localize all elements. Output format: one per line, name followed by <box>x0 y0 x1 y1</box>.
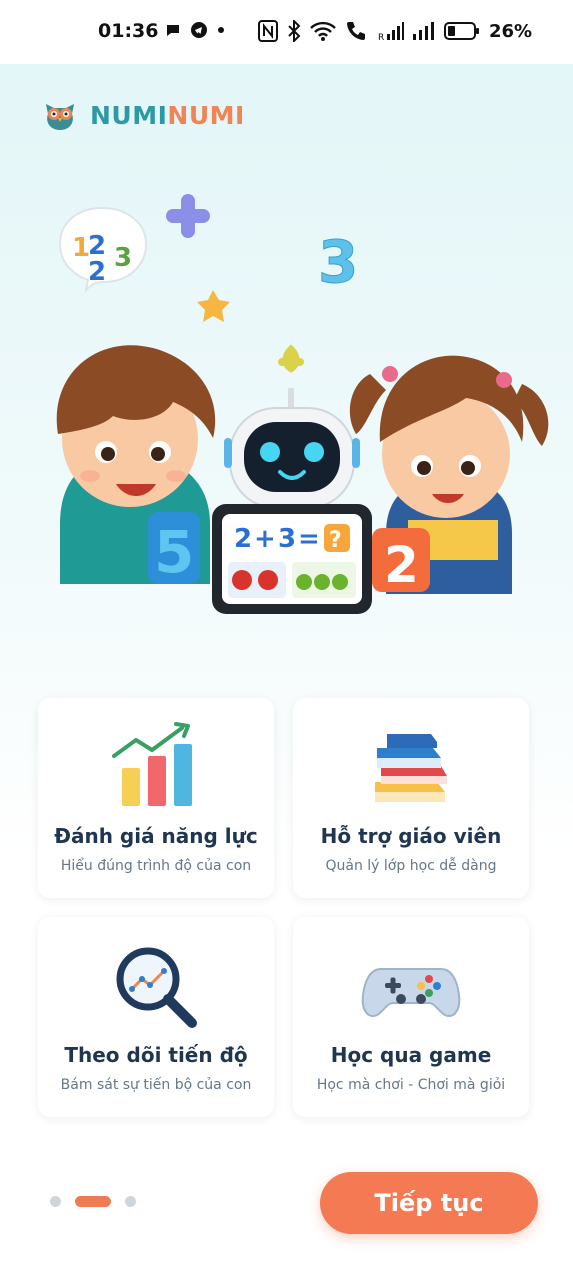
telegram-icon <box>191 22 207 38</box>
tablet-equation-icon: 2 + 3 = ? <box>212 504 372 614</box>
chat-icon <box>167 25 179 36</box>
feature-title: Hỗ trợ giáo viên <box>320 824 502 848</box>
floating-three-icon: 3 <box>318 228 358 296</box>
feature-subtitle: Quản lý lớp học dễ dàng <box>325 858 497 874</box>
feature-card-progress: Theo dõi tiến độ Bám sát sự tiến bộ của … <box>38 917 274 1117</box>
call-icon <box>347 22 365 40</box>
svg-text:3: 3 <box>278 524 296 554</box>
number-bubble-icon: 1 2 3 2 <box>58 206 148 294</box>
svg-text:?: ? <box>329 528 342 553</box>
svg-text:5: 5 <box>154 518 194 586</box>
robot-character-icon <box>224 344 360 509</box>
number-five-card-icon: 5 <box>148 512 200 586</box>
magnifier-chart-icon <box>116 947 197 1028</box>
owl-logo-icon <box>46 104 74 130</box>
signal-icon <box>413 22 434 40</box>
feature-card-game-learning: Học qua game Học mà chơi - Chơi mà giỏi <box>293 917 529 1117</box>
dot-icon <box>218 27 224 33</box>
number-two-card-icon: 2 <box>372 528 430 594</box>
page-indicator <box>50 1196 136 1207</box>
svg-text:2: 2 <box>88 257 106 287</box>
onboarding-screen: NUMINUMI 1 2 3 2 3 5 2 + 3 = ? 2 Đánh gi… <box>0 64 573 1280</box>
hero-illustration: 1 2 3 2 3 5 2 + 3 = ? 2 <box>56 194 549 614</box>
star-icon <box>197 290 230 322</box>
svg-text:2: 2 <box>234 524 252 554</box>
logo-text-part2: NUMI <box>167 100 245 130</box>
page-dot[interactable] <box>125 1196 136 1207</box>
page-dot[interactable] <box>50 1196 61 1207</box>
continue-button[interactable]: Tiếp tục <box>320 1172 538 1234</box>
svg-text:+: + <box>254 524 276 554</box>
svg-text:2: 2 <box>384 536 419 594</box>
plus-sign-icon <box>166 194 210 238</box>
feature-card-assessment: Đánh giá năng lực Hiểu đúng trình độ của… <box>38 698 274 898</box>
books-icon <box>375 734 447 802</box>
signal-icon: R <box>378 22 404 41</box>
bluetooth-icon <box>288 20 301 42</box>
feature-subtitle: Học mà chơi - Chơi mà giỏi <box>316 1077 506 1093</box>
app-logo: NUMINUMI <box>42 98 245 132</box>
svg-text:R: R <box>378 33 384 41</box>
feature-subtitle: Bám sát sự tiến bộ của con <box>60 1077 252 1093</box>
feature-card-teacher-support: Hỗ trợ giáo viên Quản lý lớp học dễ dàng <box>293 698 529 898</box>
battery-icon <box>444 22 479 40</box>
gamepad-icon <box>361 968 461 1017</box>
page-dot-active[interactable] <box>75 1196 111 1207</box>
feature-title: Học qua game <box>330 1043 492 1067</box>
battery-percent: 26% <box>489 20 533 42</box>
status-bar: 01:36 R 26% <box>0 0 573 64</box>
bar-chart-icon <box>112 722 192 806</box>
wifi-icon <box>310 21 336 41</box>
status-time: 01:36 <box>98 20 159 42</box>
svg-text:=: = <box>298 524 320 554</box>
feature-title: Theo dõi tiến độ <box>64 1043 248 1067</box>
feature-title: Đánh giá năng lực <box>54 824 258 848</box>
feature-subtitle: Hiểu đúng trình độ của con <box>60 858 252 874</box>
svg-text:3: 3 <box>114 243 132 273</box>
nfc-icon <box>258 20 278 42</box>
logo-text-part1: NUMI <box>90 100 168 130</box>
